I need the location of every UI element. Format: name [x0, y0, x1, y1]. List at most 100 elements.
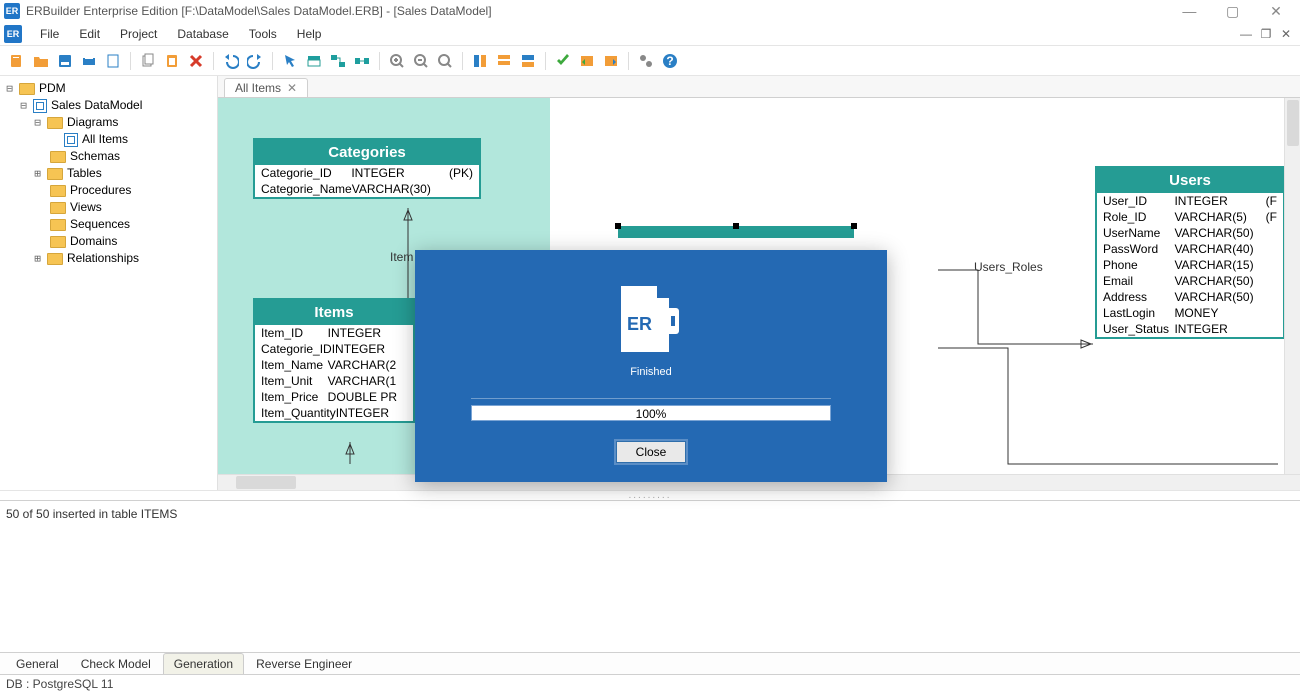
tree-relationships[interactable]: ⊞Relationships: [4, 250, 217, 267]
new-button[interactable]: [6, 50, 28, 72]
tab-generation[interactable]: Generation: [163, 653, 244, 674]
zoom-fit-button[interactable]: [434, 50, 456, 72]
tree-root-label: PDM: [39, 80, 66, 97]
menu-database[interactable]: Database: [167, 23, 238, 45]
table-row: Categorie_IDINTEGER(PK): [255, 165, 479, 181]
zoom-out-button[interactable]: [410, 50, 432, 72]
titlebar: ER ERBuilder Enterprise Edition [F:\Data…: [0, 0, 1300, 22]
mdi-minimize-button[interactable]: —: [1238, 27, 1254, 41]
tree-diagrams-label: Diagrams: [67, 114, 118, 131]
save-button[interactable]: [54, 50, 76, 72]
relationship-label-items-categories[interactable]: Item: [390, 250, 413, 264]
canvas-tab-label: All Items: [235, 81, 281, 95]
canvas-tab-all-items[interactable]: All Items ✕: [224, 78, 308, 97]
copy-button[interactable]: [137, 50, 159, 72]
layout2-button[interactable]: [493, 50, 515, 72]
tree-root[interactable]: ⊟PDM: [4, 80, 217, 97]
table-row: UserNameVARCHAR(50): [1097, 225, 1283, 241]
entity-users-title: Users: [1097, 168, 1283, 193]
tree-domains-label: Domains: [70, 233, 117, 250]
entity-items-title: Items: [255, 300, 413, 325]
menu-file[interactable]: File: [30, 23, 69, 45]
canvas-tabs: All Items ✕: [218, 76, 1300, 98]
window-maximize-button[interactable]: ▢: [1213, 3, 1253, 20]
entity-users[interactable]: Users User_IDINTEGER(F Role_IDVARCHAR(5)…: [1095, 166, 1285, 339]
window-title: ERBuilder Enterprise Edition [F:\DataMod…: [26, 4, 1169, 18]
tab-check-model[interactable]: Check Model: [71, 654, 161, 674]
menu-tools[interactable]: Tools: [239, 23, 287, 45]
open-button[interactable]: [30, 50, 52, 72]
tree-diagrams[interactable]: ⊟Diagrams: [4, 114, 217, 131]
pointer-button[interactable]: [279, 50, 301, 72]
selection-handle[interactable]: [733, 223, 739, 229]
menu-help[interactable]: Help: [287, 23, 332, 45]
delete-button[interactable]: [185, 50, 207, 72]
selection-handle[interactable]: [615, 223, 621, 229]
settings-button[interactable]: [635, 50, 657, 72]
tab-general[interactable]: General: [6, 654, 69, 674]
table-row: Role_IDVARCHAR(5)(F: [1097, 209, 1283, 225]
paste-button[interactable]: [161, 50, 183, 72]
mdi-close-button[interactable]: ✕: [1278, 27, 1294, 41]
mdi-restore-button[interactable]: ❐: [1258, 27, 1274, 41]
table-row: Item_UnitVARCHAR(1: [255, 373, 413, 389]
tree-procedures[interactable]: Procedures: [4, 182, 217, 199]
tree-sequences[interactable]: Sequences: [4, 216, 217, 233]
tree-tables[interactable]: ⊞Tables: [4, 165, 217, 182]
close-button-label: Close: [636, 445, 667, 459]
tree-tables-label: Tables: [67, 165, 102, 182]
dialog-status-text: Finished: [630, 366, 672, 378]
table-row: User_StatusINTEGER: [1097, 321, 1283, 337]
zoom-in-button[interactable]: [386, 50, 408, 72]
help-button[interactable]: ?: [659, 50, 681, 72]
window-minimize-button[interactable]: —: [1169, 3, 1209, 19]
selection-handle[interactable]: [851, 223, 857, 229]
validate-button[interactable]: [552, 50, 574, 72]
table-row: Categorie_NameVARCHAR(30): [255, 181, 479, 197]
entity-categories[interactable]: Categories Categorie_IDINTEGER(PK) Categ…: [253, 138, 481, 199]
statusbar: DB : PostgreSQL 11: [0, 674, 1300, 692]
menu-project[interactable]: Project: [110, 23, 167, 45]
entity-categories-title: Categories: [255, 140, 479, 165]
layout1-button[interactable]: [469, 50, 491, 72]
table-row: PhoneVARCHAR(15): [1097, 257, 1283, 273]
log-line: 50 of 50 inserted in table ITEMS: [6, 507, 1294, 521]
close-button[interactable]: Close: [616, 441, 686, 463]
output-log[interactable]: 50 of 50 inserted in table ITEMS: [0, 500, 1300, 652]
tree-schemas[interactable]: Schemas: [4, 148, 217, 165]
page-button[interactable]: [102, 50, 124, 72]
entity-items[interactable]: Items Item_IDINTEGER Categorie_IDINTEGER…: [253, 298, 415, 423]
mdi-icon: ER: [4, 25, 22, 43]
layout3-button[interactable]: [517, 50, 539, 72]
status-db: DB : PostgreSQL 11: [6, 677, 113, 691]
undo-button[interactable]: [220, 50, 242, 72]
relationship2-button[interactable]: [351, 50, 373, 72]
table-row: User_IDINTEGER(F: [1097, 193, 1283, 209]
project-tree[interactable]: ⊟PDM ⊟Sales DataModel ⊟Diagrams All Item…: [0, 76, 218, 490]
output-tabs: General Check Model Generation Reverse E…: [0, 652, 1300, 674]
redo-button[interactable]: [244, 50, 266, 72]
horizontal-splitter[interactable]: .........: [0, 490, 1300, 500]
menu-edit[interactable]: Edit: [69, 23, 110, 45]
canvas-tab-close-icon[interactable]: ✕: [287, 81, 297, 95]
relationship-label-users-roles[interactable]: Users_Roles: [974, 260, 1043, 274]
table-row: Item_PriceDOUBLE PR: [255, 389, 413, 405]
tree-all-items[interactable]: All Items: [4, 131, 217, 148]
relationship-button[interactable]: [327, 50, 349, 72]
er-logo-icon: ER: [621, 286, 681, 360]
reverse-button[interactable]: [600, 50, 622, 72]
table-row: LastLoginMONEY: [1097, 305, 1283, 321]
tree-domains[interactable]: Domains: [4, 233, 217, 250]
tree-views[interactable]: Views: [4, 199, 217, 216]
table-row: PassWordVARCHAR(40): [1097, 241, 1283, 257]
entity-roles-title: [620, 228, 852, 238]
app-icon: ER: [4, 3, 20, 19]
window-close-button[interactable]: ✕: [1256, 3, 1296, 20]
entity-button[interactable]: [303, 50, 325, 72]
print-button[interactable]: [78, 50, 100, 72]
canvas-vertical-scrollbar[interactable]: [1284, 98, 1300, 474]
progress-bar: 100%: [471, 405, 831, 421]
tree-model[interactable]: ⊟Sales DataModel: [4, 97, 217, 114]
tab-reverse-engineer[interactable]: Reverse Engineer: [246, 654, 362, 674]
generate-button[interactable]: [576, 50, 598, 72]
